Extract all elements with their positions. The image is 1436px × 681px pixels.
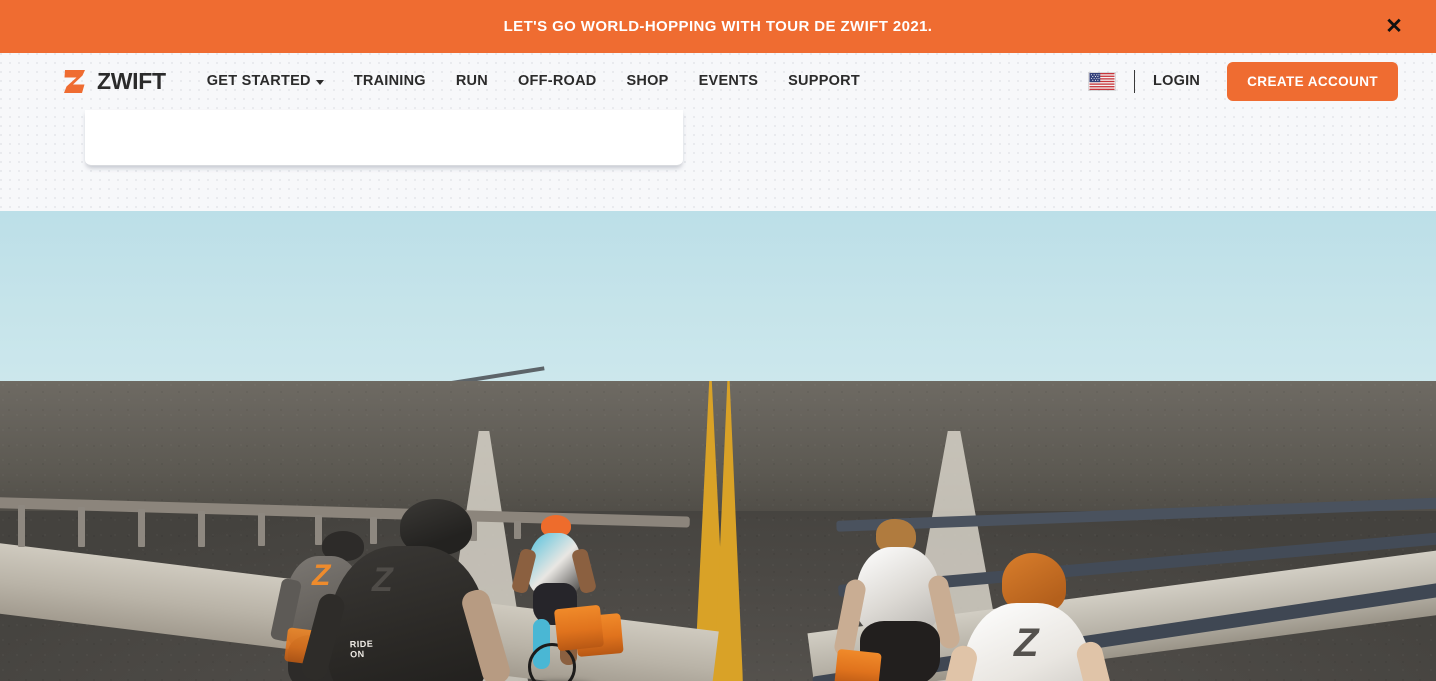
nav-item-run[interactable]: RUN <box>456 73 488 89</box>
zwift-logo-link[interactable]: ZWIFT <box>62 68 166 95</box>
nav-item-support-label: SUPPORT <box>788 73 860 89</box>
nav-item-training-label: TRAINING <box>353 73 426 89</box>
nav-item-run-label: RUN <box>455 73 488 89</box>
nav-divider <box>1133 69 1135 93</box>
nav-item-training[interactable]: TRAINING <box>354 73 426 89</box>
nav-item-shop-label: SHOP <box>626 73 669 89</box>
united-states-flag-icon[interactable] <box>1087 71 1116 91</box>
nav-item-get-started-label: GET STARTED <box>206 73 311 89</box>
aerobar <box>834 648 882 681</box>
nav-item-off-road[interactable]: OFF-ROAD <box>518 73 597 89</box>
chevron-down-icon <box>315 79 324 85</box>
nav-item-get-started[interactable]: GET STARTED <box>207 73 324 89</box>
nav-right-cluster: LOGIN CREATE ACCOUNT <box>1087 53 1398 109</box>
nav-item-events-label: EVENTS <box>698 73 759 89</box>
zwift-z-logo-icon <box>64 69 85 93</box>
hero-image: Z Z RIDE ON Z <box>0 211 1436 681</box>
get-started-dropdown-panel[interactable] <box>85 110 683 166</box>
nav-item-support[interactable]: SUPPORT <box>788 73 860 89</box>
close-icon[interactable]: ✕ <box>1382 15 1406 39</box>
login-link[interactable]: LOGIN <box>1153 73 1200 89</box>
nav-inner: ZWIFT GET STARTED TRAINING RUN OFF-ROAD … <box>0 53 1436 109</box>
primary-nav: GET STARTED TRAINING RUN OFF-ROAD SHOP E… <box>207 73 860 89</box>
create-account-button[interactable]: CREATE ACCOUNT <box>1227 61 1398 101</box>
zwift-z-jersey-mark: Z <box>1014 621 1039 665</box>
nav-item-events[interactable]: EVENTS <box>699 73 759 89</box>
promo-banner: LET'S GO WORLD-HOPPING WITH TOUR DE ZWIF… <box>0 0 1436 53</box>
promo-banner-text: LET'S GO WORLD-HOPPING WITH TOUR DE ZWIF… <box>503 18 933 35</box>
ride-on-badge: RIDE ON <box>349 638 374 660</box>
zwift-z-jersey-mark: Z <box>372 561 393 599</box>
nav-item-off-road-label: OFF-ROAD <box>518 73 597 89</box>
hero-scene-bridge: Z Z RIDE ON Z <box>0 211 1436 681</box>
nav-item-shop[interactable]: SHOP <box>627 73 669 89</box>
site-header: ZWIFT GET STARTED TRAINING RUN OFF-ROAD … <box>0 53 1436 211</box>
zwift-wordmark: ZWIFT <box>97 67 166 94</box>
aerobar <box>553 604 605 652</box>
zwift-z-jersey-mark: Z <box>312 559 331 592</box>
